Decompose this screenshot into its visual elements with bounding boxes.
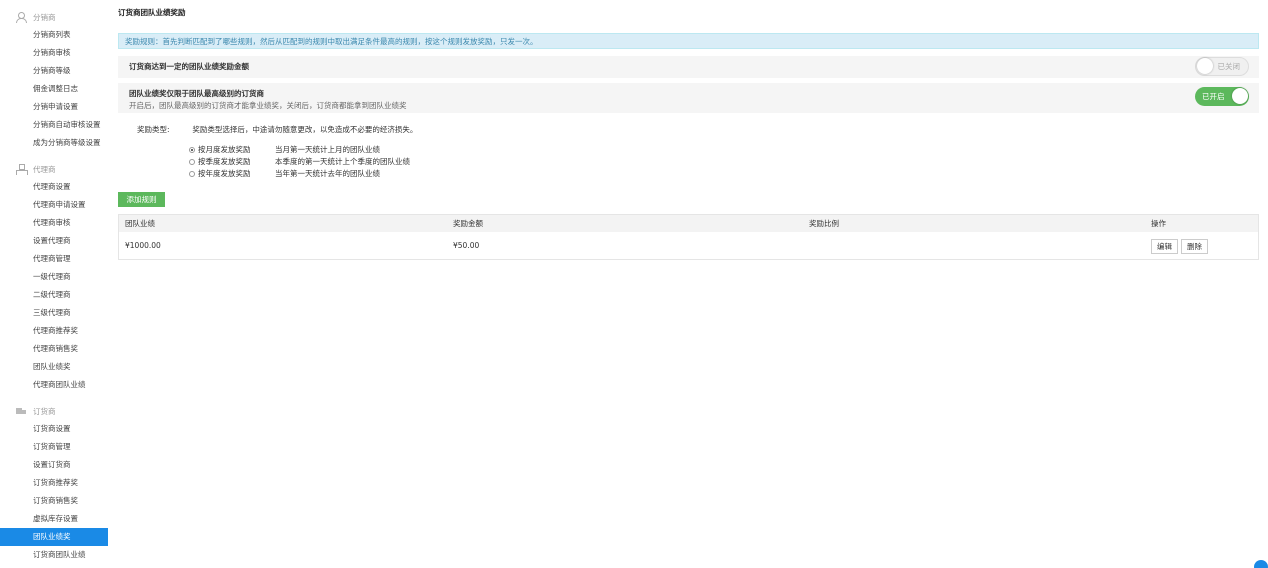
sidebar-group-label: 订货商 [33,406,56,416]
sidebar-item[interactable]: 代理商推荐奖 [0,322,108,340]
radio-option-quarterly[interactable]: 按季度发放奖励 本季度的第一天统计上个季度的团队业绩 [189,156,410,168]
reward-type-label: 奖励类型: [137,125,170,134]
org-chart-icon [16,164,28,175]
reward-type-note: 奖励类型选择后，中途请勿随意更改，以免造成不必要的经济损失。 [192,125,418,134]
sidebar-group-orderer[interactable]: 订货商 [0,402,108,420]
radio-button[interactable] [189,171,195,177]
reward-type-row: 奖励类型: 奖励类型选择后，中途请勿随意更改，以免造成不必要的经济损失。 [137,124,417,135]
truck-icon [16,406,26,416]
column-header: 团队业绩 [125,219,155,228]
radio-label[interactable]: 按季度发放奖励 [198,156,275,168]
sidebar-item[interactable]: 佣金调整日志 [0,80,108,98]
sidebar-item[interactable]: 三级代理商 [0,304,108,322]
main-content: 订货商团队业绩奖励 奖励规则：首先判断匹配到了哪些规则，然后从匹配到的规则中取出… [118,0,1259,568]
table-header: 团队业绩 奖励金额 奖励比例 操作 [119,215,1258,232]
sidebar-item[interactable]: 订货商设置 [0,420,108,438]
setting-highest-only: 团队业绩奖仅限于团队最高级别的订货商 开启后，团队最高级别的订货商才能拿业绩奖，… [118,83,1259,113]
cell-performance: ¥1000.00 [125,241,161,250]
sidebar-item[interactable]: 分销商等级 [0,62,108,80]
cell-reward: ¥50.00 [453,241,480,250]
sidebar-item[interactable]: 一级代理商 [0,268,108,286]
sidebar-item[interactable]: 订货商管理 [0,438,108,456]
sidebar-group-distributor[interactable]: 分销商 [0,8,108,26]
radio-option-monthly[interactable]: 按月度发放奖励 当月第一天统计上月的团队业绩 [189,144,410,156]
notice-banner: 奖励规则：首先判断匹配到了哪些规则，然后从匹配到的规则中取出满足条件最高的规则，… [118,33,1259,49]
people-icon [16,12,27,23]
toggle-label: 已开启 [1202,92,1225,101]
sidebar-group-label: 分销商 [33,12,56,22]
sidebar-item[interactable]: 分销商列表 [0,26,108,44]
sidebar-item[interactable]: 代理商团队业绩 [0,376,108,394]
column-header: 奖励金额 [453,219,483,228]
radio-button[interactable] [189,147,195,153]
sidebar-item[interactable]: 代理商设置 [0,178,108,196]
delete-button[interactable]: 删除 [1181,238,1208,254]
sidebar-item[interactable]: 分销申请设置 [0,98,108,116]
sidebar-item[interactable]: 订货商团队业绩 [0,546,108,564]
sidebar-item[interactable]: 代理商管理 [0,250,108,268]
cell-actions: 编辑 删除 [1151,232,1211,259]
threshold-toggle[interactable]: 已关闭 [1195,57,1249,76]
setting-title: 团队业绩奖仅限于团队最高级别的订货商 [129,89,264,98]
highest-only-toggle[interactable]: 已开启 [1195,87,1249,106]
table-row: ¥1000.00 ¥50.00 编辑 删除 [119,232,1258,259]
add-rule-button[interactable]: 添加规则 [118,192,165,207]
sidebar-item-active[interactable]: 团队业绩奖 [0,528,108,546]
sidebar-item[interactable]: 订货商推荐奖 [0,474,108,492]
radio-button[interactable] [189,159,195,165]
sidebar-item[interactable]: 设置代理商 [0,232,108,250]
sidebar-item[interactable]: 代理商审核 [0,214,108,232]
sidebar-item[interactable]: 代理商销售奖 [0,340,108,358]
floating-help-icon[interactable] [1254,560,1268,568]
setting-title: 订货商达到一定的团队业绩奖励金额 [129,62,249,71]
radio-desc: 本季度的第一天统计上个季度的团队业绩 [275,157,410,166]
sidebar-item[interactable]: 成为分销商等级设置 [0,134,108,152]
column-header: 操作 [1151,219,1166,228]
radio-option-yearly[interactable]: 按年度发放奖励 当年第一天统计去年的团队业绩 [189,168,410,180]
setting-threshold: 订货商达到一定的团队业绩奖励金额 已关闭 [118,56,1259,78]
sidebar-item[interactable]: 分销商审核 [0,44,108,62]
sidebar-item[interactable]: 分销商自动审核设置 [0,116,108,134]
sidebar-item[interactable]: 订货商销售奖 [0,492,108,510]
edit-button[interactable]: 编辑 [1151,238,1178,254]
sidebar-group-agent[interactable]: 代理商 [0,160,108,178]
sidebar-group-label: 代理商 [33,164,56,174]
sidebar: 分销商 分销商列表 分销商审核 分销商等级 佣金调整日志 分销申请设置 分销商自… [0,0,108,568]
radio-desc: 当月第一天统计上月的团队业绩 [275,145,380,154]
column-header: 奖励比例 [809,219,839,228]
radio-label[interactable]: 按年度发放奖励 [198,168,275,180]
radio-desc: 当年第一天统计去年的团队业绩 [275,169,380,178]
sidebar-item[interactable]: 设置订货商 [0,456,108,474]
rules-table: 团队业绩 奖励金额 奖励比例 操作 ¥1000.00 ¥50.00 编辑 删除 [118,214,1259,260]
page-title: 订货商团队业绩奖励 [118,8,186,17]
sidebar-item[interactable]: 代理商申请设置 [0,196,108,214]
toggle-knob [1197,58,1213,74]
reward-type-options: 按月度发放奖励 当月第一天统计上月的团队业绩 按季度发放奖励 本季度的第一天统计… [189,144,410,180]
toggle-label: 已关闭 [1217,62,1241,71]
sidebar-item[interactable]: 虚拟库存设置 [0,510,108,528]
sidebar-item[interactable]: 团队业绩奖 [0,358,108,376]
setting-desc: 开启后，团队最高级别的订货商才能拿业绩奖，关闭后，订货商都能拿到团队业绩奖 [129,101,407,110]
radio-label[interactable]: 按月度发放奖励 [198,144,275,156]
sidebar-item[interactable]: 二级代理商 [0,286,108,304]
toggle-knob [1232,88,1248,104]
